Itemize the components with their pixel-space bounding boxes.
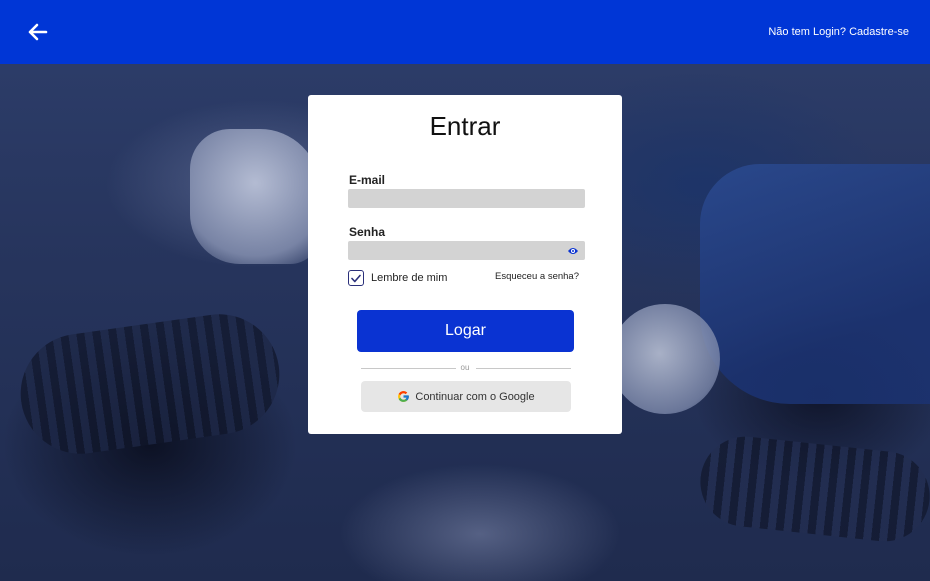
password-label: Senha <box>349 225 386 239</box>
login-title: Entrar <box>429 111 501 141</box>
google-icon <box>398 391 410 402</box>
eye-icon[interactable] <box>567 246 579 256</box>
login-button[interactable]: Logar <box>357 310 574 352</box>
background-glove-left <box>190 129 320 264</box>
remember-me-label: Lembre de mim <box>371 272 448 284</box>
remember-me-checkbox[interactable] <box>348 270 364 286</box>
checkmark-icon <box>351 274 361 282</box>
google-signin-label: Continuar com o Google <box>415 390 535 403</box>
signup-link[interactable]: Não tem Login? Cadastre-se <box>768 26 909 38</box>
arrow-left-icon <box>28 23 48 41</box>
password-field[interactable] <box>348 241 585 260</box>
email-field[interactable] <box>348 189 585 208</box>
login-card: Entrar E-mail Senha Lembre de mim Esquec… <box>308 95 622 434</box>
top-bar: Não tem Login? Cadastre-se <box>0 0 930 64</box>
back-button[interactable] <box>27 21 49 43</box>
divider-text: ou <box>460 363 470 372</box>
background-sleeve <box>700 164 930 404</box>
divider-line-right <box>476 368 571 369</box>
forgot-password-link[interactable]: Esqueceu a senha? <box>495 271 579 282</box>
background-engine-part-right <box>695 432 930 546</box>
background-glove-right <box>610 304 720 414</box>
email-label: E-mail <box>349 173 386 187</box>
background-engine-part-left <box>12 306 288 462</box>
google-signin-button[interactable]: Continuar com o Google <box>361 381 571 412</box>
